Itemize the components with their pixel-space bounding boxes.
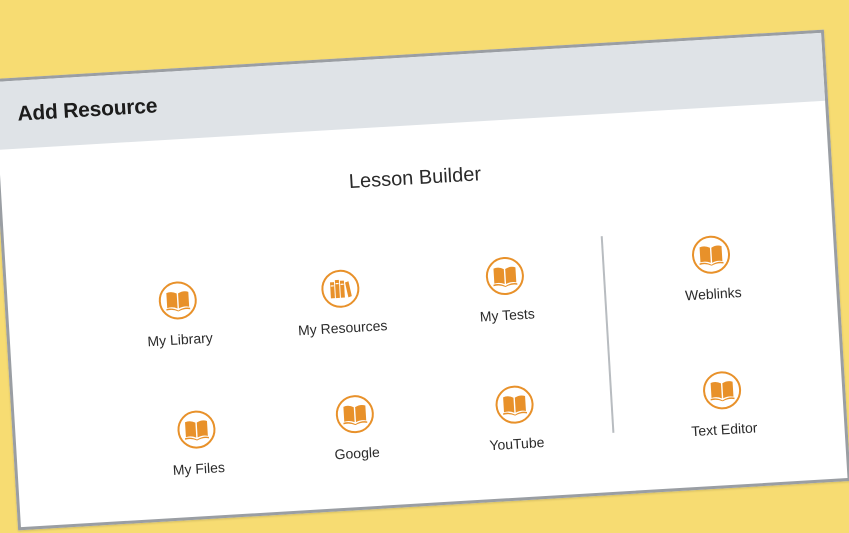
open-book-icon <box>484 255 526 297</box>
open-book-icon <box>701 370 743 411</box>
tile-my-resources[interactable]: My Resources <box>269 266 413 340</box>
tile-my-files[interactable]: My Files <box>125 406 269 480</box>
books-shelf-icon <box>320 268 361 309</box>
open-book-icon <box>157 280 198 321</box>
tile-label: My Resources <box>297 317 388 339</box>
tile-label: My Files <box>172 458 226 479</box>
tile-label: My Library <box>146 329 214 350</box>
open-book-icon <box>176 409 217 450</box>
tile-label: Weblinks <box>684 284 743 304</box>
open-book-icon <box>334 394 375 435</box>
open-book-icon <box>494 384 535 425</box>
tile-text-editor[interactable]: Text Editor <box>651 367 795 441</box>
dialog-title: Add Resource <box>16 94 158 126</box>
tile-weblinks[interactable]: Weblinks <box>640 232 784 306</box>
section-title: Lesson Builder <box>348 163 482 194</box>
tile-my-tests[interactable]: My Tests <box>434 253 578 327</box>
vertical-divider <box>600 236 615 433</box>
tile-google[interactable]: Google <box>284 391 428 465</box>
dialog-header: Add Resource <box>0 32 826 150</box>
add-resource-dialog: Add Resource Lesson Builder My Library M… <box>0 29 849 531</box>
tile-label: My Tests <box>479 305 536 325</box>
tile-label: YouTube <box>488 433 545 454</box>
open-book-icon <box>690 234 732 275</box>
tile-my-library[interactable]: My Library <box>107 277 251 351</box>
tile-label: Text Editor <box>690 419 758 440</box>
page-background: Add Resource Lesson Builder My Library M… <box>0 0 849 533</box>
tile-label: Google <box>334 443 381 463</box>
tile-youtube[interactable]: YouTube <box>444 382 588 456</box>
